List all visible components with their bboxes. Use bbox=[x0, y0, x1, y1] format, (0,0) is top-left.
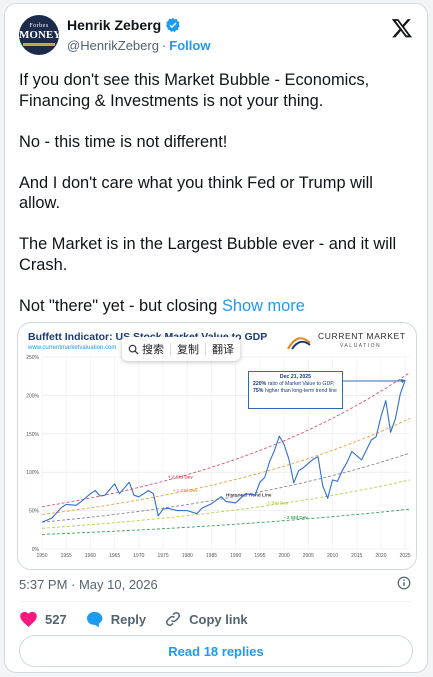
popup-divider bbox=[205, 343, 206, 355]
link-icon bbox=[166, 611, 181, 627]
tweet-last-text: Not "there" yet - but closing bbox=[19, 296, 218, 315]
x-tick-label: 1985 bbox=[206, 553, 217, 559]
avatar-text-main: MONEY bbox=[19, 29, 59, 41]
tweet-text: If you don't see this Market Bubble - Ec… bbox=[19, 70, 415, 337]
author-handle[interactable]: @HenrikZeberg bbox=[67, 38, 159, 53]
x-tick-label: 2005 bbox=[303, 553, 314, 559]
tweet-timestamp[interactable]: 5:37 PM · May 10, 2026 bbox=[19, 577, 158, 592]
text-selection-popup: 搜索 复制 翻译 bbox=[122, 337, 240, 361]
band-line bbox=[41, 479, 411, 529]
band-line bbox=[41, 372, 411, 508]
annotation-line2: higher than long-term trend line bbox=[263, 388, 337, 394]
copy-link-label: Copy link bbox=[189, 611, 248, 627]
tweet-paragraph: And I don't care what you think Fed or T… bbox=[19, 173, 373, 213]
x-tick-label: 2010 bbox=[327, 553, 338, 559]
x-tick-label: 1970 bbox=[133, 553, 144, 559]
band-label: - 1 Std Dev bbox=[265, 501, 289, 506]
x-tick-label: 2000 bbox=[279, 553, 290, 559]
author-name[interactable]: Henrik Zeberg bbox=[67, 17, 161, 33]
x-tick-label: 2025 bbox=[400, 553, 411, 559]
band-line bbox=[41, 417, 411, 515]
band-label: - 2 Std Dev bbox=[284, 515, 308, 520]
band-label: + 2 Std Dev bbox=[168, 475, 193, 480]
avatar-stripe bbox=[23, 43, 55, 46]
chart-annotation: Dec 21, 2025 220% ratio of Market Value … bbox=[248, 371, 343, 409]
band-label: + 1 Std Dev bbox=[173, 488, 198, 493]
reply-button[interactable]: Reply bbox=[85, 610, 146, 628]
band-label: Historical Trend Line bbox=[226, 493, 272, 498]
follow-button[interactable]: Follow bbox=[169, 38, 210, 53]
annotation-line1: ratio of Market Value to GDP, bbox=[266, 381, 335, 387]
x-tick-label: 2015 bbox=[351, 553, 362, 559]
tweet-paragraph: If you don't see this Market Bubble - Ec… bbox=[19, 71, 370, 110]
x-tick-label: 1950 bbox=[36, 553, 47, 559]
series-line bbox=[41, 379, 406, 523]
popup-search-label: 搜索 bbox=[142, 344, 164, 356]
action-bar: 527 Reply Copy link bbox=[19, 609, 266, 629]
x-tick-label: 1955 bbox=[61, 553, 72, 559]
divider bbox=[19, 601, 413, 602]
x-logo-icon[interactable] bbox=[391, 17, 413, 39]
author-handle-row: @HenrikZeberg · Follow bbox=[67, 38, 210, 53]
search-icon bbox=[128, 344, 139, 355]
band-line bbox=[41, 452, 411, 523]
y-tick-label: 200% bbox=[26, 393, 39, 399]
author-name-row[interactable]: Henrik Zeberg bbox=[67, 17, 181, 33]
annotation-line2-bold: 75% bbox=[253, 388, 264, 394]
x-tick-label: 1980 bbox=[182, 553, 193, 559]
y-tick-label: 100% bbox=[26, 470, 39, 476]
popup-copy-button[interactable]: 复制 bbox=[177, 341, 199, 357]
band-line bbox=[41, 508, 411, 535]
popup-search-button[interactable]: 搜索 bbox=[128, 341, 164, 357]
x-tick-label: 1975 bbox=[157, 553, 168, 559]
tweet-image[interactable]: Buffett Indicator: US Stock Market Value… bbox=[17, 322, 417, 570]
annotation-date: Dec 21, 2025 bbox=[279, 374, 312, 380]
like-button[interactable]: 527 bbox=[19, 610, 67, 628]
popup-translate-button[interactable]: 翻译 bbox=[212, 341, 234, 357]
annotation-line1-bold: 220% bbox=[253, 381, 267, 387]
x-tick-label: 1990 bbox=[230, 553, 241, 559]
verified-badge-icon bbox=[166, 18, 181, 33]
reply-bubble-icon bbox=[86, 611, 103, 628]
handle-separator: · bbox=[161, 38, 167, 53]
y-tick-label: 150% bbox=[26, 432, 39, 438]
avatar[interactable]: Forbes MONEY bbox=[19, 15, 59, 55]
info-icon[interactable] bbox=[397, 576, 411, 590]
tweet-paragraph: The Market is in the Largest Bubble ever… bbox=[19, 235, 397, 274]
heart-icon bbox=[20, 611, 37, 627]
like-count: 527 bbox=[45, 611, 67, 627]
tweet-last-line: Not "there" yet - but closing Show more bbox=[19, 296, 415, 317]
copy-link-button[interactable]: Copy link bbox=[164, 610, 248, 628]
x-tick-label: 1995 bbox=[254, 553, 265, 559]
x-tick-label: 1960 bbox=[85, 553, 96, 559]
tweet-paragraph: No - this time is not different! bbox=[19, 132, 228, 151]
tweet-card: Forbes MONEY Henrik Zeberg @HenrikZeberg… bbox=[4, 3, 428, 673]
x-tick-label: 1965 bbox=[109, 553, 120, 559]
read-replies-button[interactable]: Read 18 replies bbox=[19, 635, 413, 667]
reply-label: Reply bbox=[110, 611, 147, 627]
popup-divider bbox=[170, 343, 171, 355]
x-tick-label: 2020 bbox=[375, 553, 386, 559]
y-tick-label: 250% bbox=[26, 355, 39, 361]
y-tick-label: 50% bbox=[29, 509, 40, 515]
show-more-link[interactable]: Show more bbox=[222, 297, 305, 315]
